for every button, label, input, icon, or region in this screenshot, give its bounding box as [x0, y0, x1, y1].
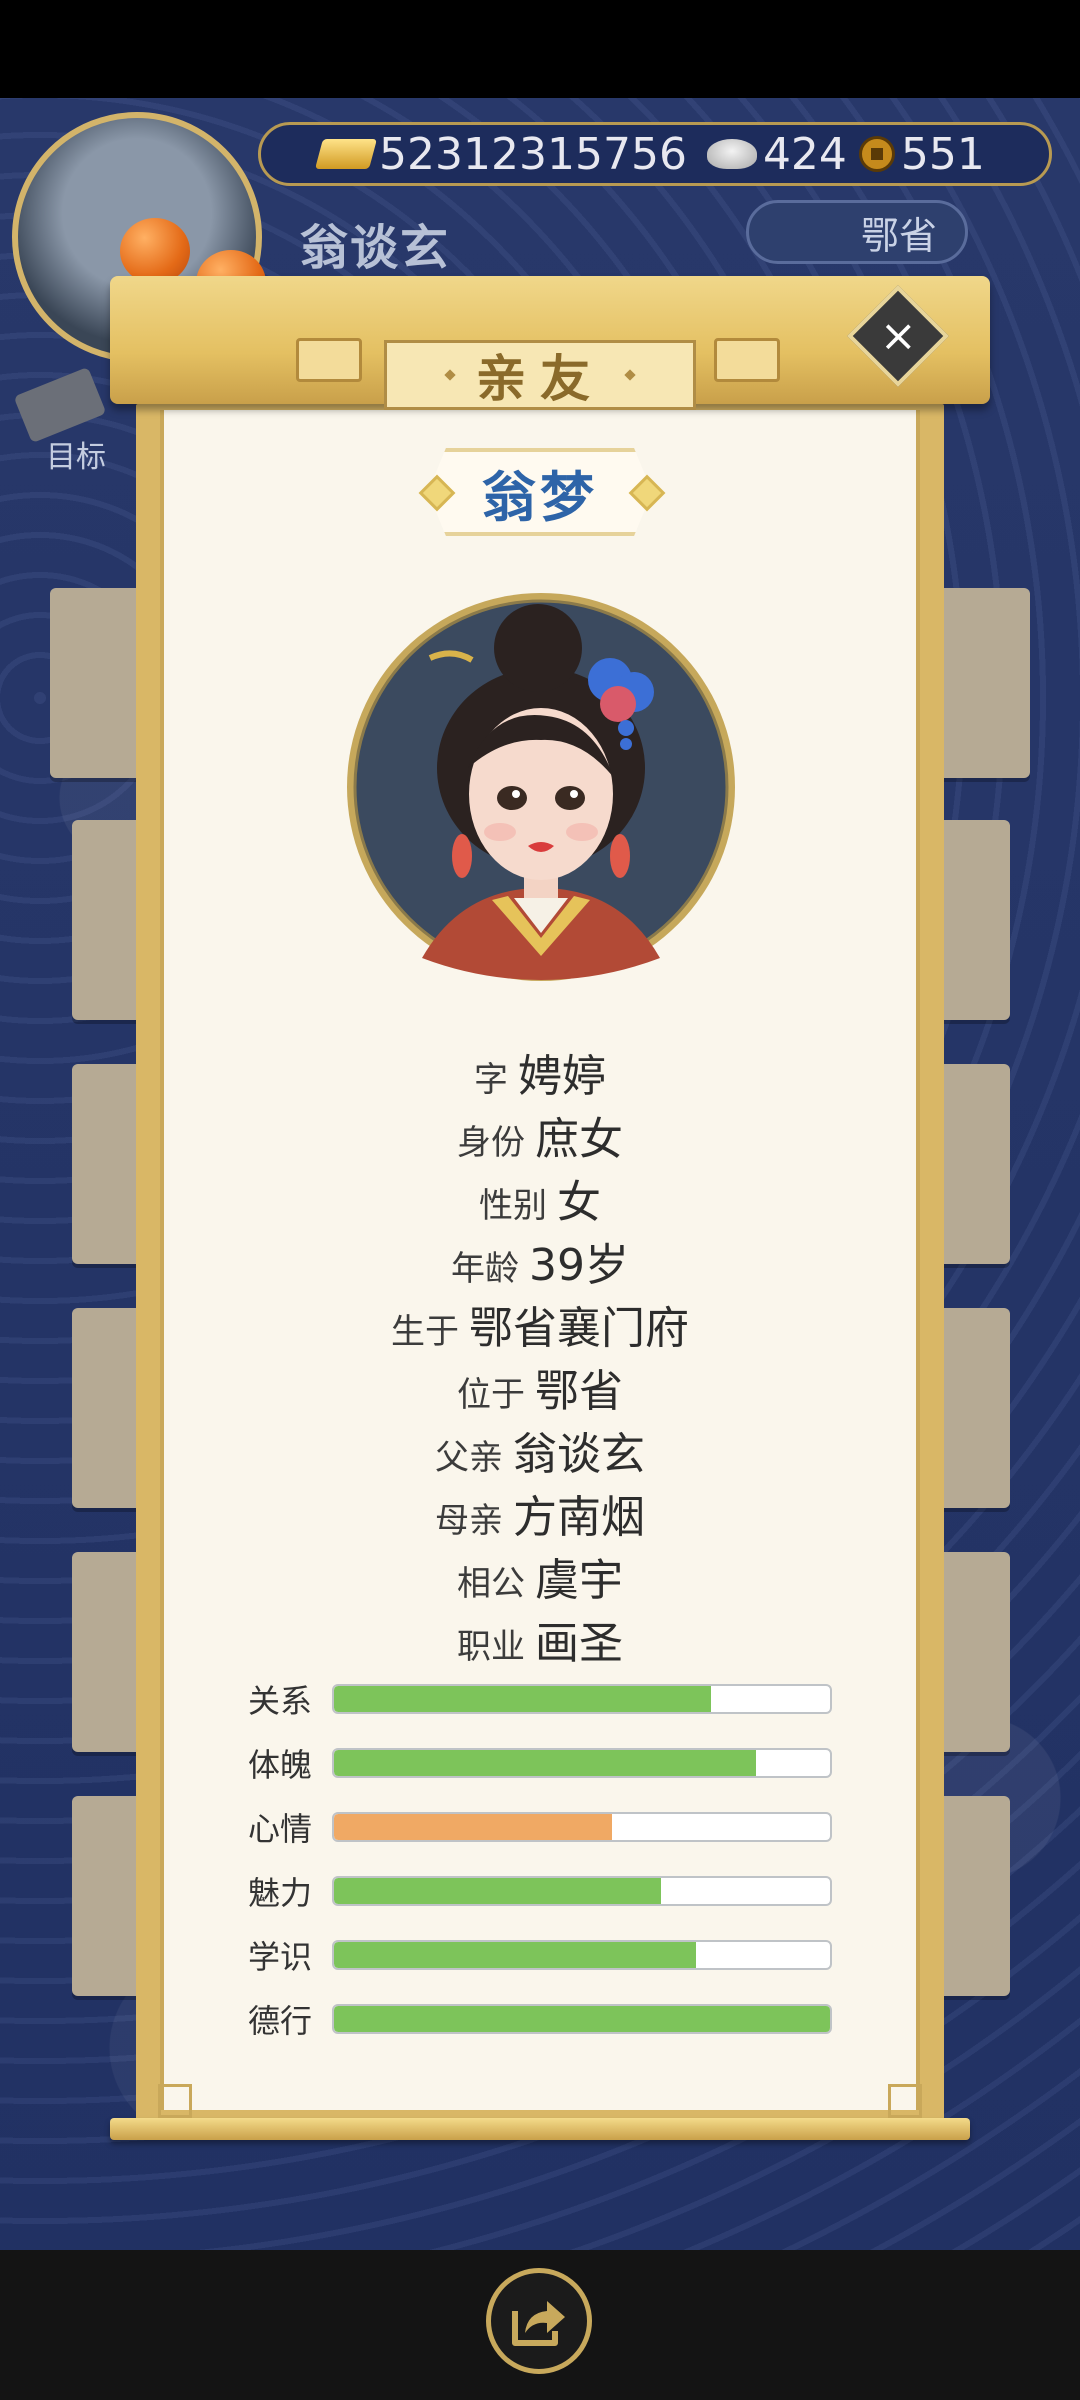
- field-value: 娉婷: [518, 1051, 606, 1102]
- stat-bar-fill: [334, 1686, 711, 1712]
- province-button[interactable]: 鄂省: [746, 200, 968, 264]
- field-father: 父亲 翁谈玄: [160, 1418, 920, 1482]
- person-portrait: [347, 593, 735, 981]
- coin-amount: 551: [900, 128, 985, 180]
- stat-bar: [332, 1940, 832, 1970]
- stat-label: 体魄: [248, 1746, 313, 1784]
- title-ornament: [624, 369, 636, 381]
- stat-bar-fill: [334, 1814, 612, 1840]
- field-value: 女: [557, 1177, 601, 1228]
- stat-bar: [332, 1748, 832, 1778]
- game-screen: 翁谈玄 52312315756 424 551 鄂省 菜单 目标 亲友 ×: [0, 0, 1080, 2400]
- field-label: 位于: [457, 1375, 525, 1415]
- scroll-ornament: [296, 338, 362, 382]
- stat-knowledge: 学识: [248, 1938, 832, 1976]
- field-label: 父亲: [435, 1438, 503, 1478]
- stat-bar: [332, 2004, 832, 2034]
- dialog-scroll-roller: [110, 2118, 970, 2140]
- stat-bar-fill: [334, 1878, 662, 1904]
- field-value: 画圣: [535, 1618, 623, 1669]
- share-icon: [512, 2301, 565, 2346]
- field-label: 生于: [391, 1312, 459, 1352]
- field-gender: 性别女: [160, 1166, 920, 1230]
- field-label: 母亲: [435, 1501, 503, 1541]
- stat-relationship: 关系: [248, 1682, 832, 1720]
- field-age: 年龄 39岁: [160, 1229, 920, 1293]
- gold-bar-icon: [314, 139, 378, 169]
- stat-label: 关系: [248, 1682, 313, 1720]
- stat-label: 学识: [248, 1938, 313, 1976]
- corner-ornament: [158, 2084, 192, 2118]
- stat-bar-fill: [334, 2006, 830, 2032]
- stat-bar: [332, 1812, 832, 1842]
- status-bar: [0, 0, 1080, 98]
- stat-mood: 心情: [248, 1810, 832, 1848]
- field-location: 位于 鄂省: [160, 1355, 920, 1419]
- share-button[interactable]: [486, 2268, 592, 2374]
- field-courtesy-name: 字娉婷: [160, 1040, 920, 1104]
- copper-coin-icon: [858, 136, 895, 172]
- field-husband: 相公 虞宇: [160, 1544, 920, 1608]
- field-label: 相公: [457, 1564, 525, 1604]
- field-label: 性别: [479, 1186, 547, 1226]
- goal-button-label[interactable]: 目标: [46, 432, 106, 476]
- resource-bar: 52312315756 424 551: [258, 122, 1052, 186]
- silver-ingot-icon: [706, 139, 757, 169]
- stat-bar-fill: [334, 1942, 697, 1968]
- field-identity: 身份 庶女: [160, 1103, 920, 1167]
- background-card: [50, 588, 150, 778]
- field-label: 职业: [457, 1627, 525, 1667]
- field-value: 虞宇: [535, 1555, 623, 1606]
- field-value: 39岁: [529, 1240, 629, 1291]
- field-value: 鄂省: [535, 1366, 623, 1417]
- field-mother: 母亲 方南烟: [160, 1481, 920, 1545]
- stat-physique: 体魄: [248, 1746, 832, 1784]
- field-occupation: 职业 画圣: [160, 1607, 920, 1671]
- field-value: 鄂省襄门府: [469, 1303, 689, 1354]
- stat-label: 心情: [248, 1810, 313, 1848]
- persimmon-icon: [120, 218, 190, 284]
- stat-bar-fill: [334, 1750, 756, 1776]
- field-value: 翁谈玄: [513, 1429, 645, 1480]
- close-icon: ×: [879, 310, 917, 361]
- player-name: 翁谈玄: [300, 220, 451, 276]
- field-label: 年龄: [451, 1249, 519, 1289]
- field-value: 庶女: [535, 1114, 623, 1165]
- corner-ornament: [888, 2084, 922, 2118]
- background-card: [930, 588, 1030, 778]
- dialog-title-text: 亲友: [476, 350, 604, 408]
- field-label: 身份: [457, 1123, 525, 1163]
- stat-label: 魅力: [248, 1874, 313, 1912]
- person-name-plate: 翁梦: [428, 448, 652, 536]
- stat-bar: [332, 1684, 832, 1714]
- stat-bar: [332, 1876, 832, 1906]
- person-name: 翁梦: [482, 465, 598, 529]
- silver-amount: 424: [762, 128, 847, 180]
- scroll-ornament: [714, 338, 780, 382]
- gold-amount: 52312315756: [379, 128, 687, 180]
- title-ornament: [444, 369, 456, 381]
- field-birthplace: 生于 鄂省襄门府: [160, 1292, 920, 1356]
- dialog-title: 亲友: [384, 340, 696, 410]
- field-value: 方南烟: [513, 1492, 645, 1543]
- field-label: 字: [474, 1060, 508, 1100]
- stat-charm: 魅力: [248, 1874, 832, 1912]
- stat-label: 德行: [248, 2002, 313, 2040]
- stat-virtue: 德行: [248, 2002, 832, 2040]
- province-button-label: 鄂省: [860, 213, 937, 258]
